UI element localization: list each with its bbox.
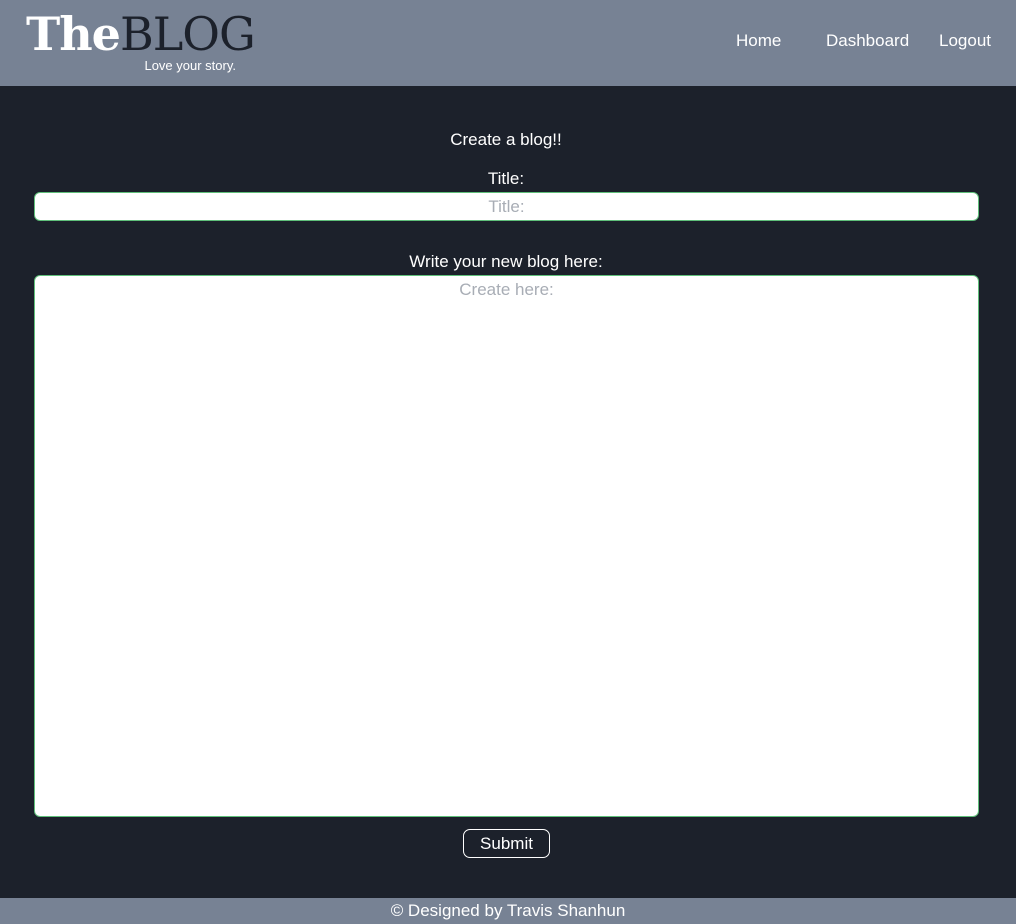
brand-title: TheBLOG	[26, 7, 256, 61]
site-header: TheBLOG Love your story. Home Dashboard …	[0, 0, 1016, 86]
title-label: Title:	[487, 169, 525, 188]
brand-tagline: Love your story.	[144, 58, 236, 73]
brand-the: The	[26, 7, 121, 61]
form-heading: Create a blog!!	[450, 130, 562, 149]
nav-logout-link[interactable]: Logout	[939, 30, 991, 52]
submit-button[interactable]: Submit	[463, 829, 550, 858]
footer-credit: © Designed by Travis Shanhun	[390, 901, 626, 920]
nav-dashboard-link[interactable]: Dashboard	[826, 30, 909, 52]
title-input[interactable]	[34, 192, 979, 221]
brand-logo[interactable]: TheBLOG Love your story.	[26, 8, 256, 78]
page: TheBLOG Love your story. Home Dashboard …	[0, 0, 1016, 924]
body-label: Write your new blog here:	[409, 252, 603, 271]
brand-blog: BLOG	[119, 7, 256, 61]
blog-body-textarea[interactable]	[34, 275, 979, 817]
nav-home-link[interactable]: Home	[736, 30, 781, 52]
site-footer: © Designed by Travis Shanhun	[0, 898, 1016, 924]
